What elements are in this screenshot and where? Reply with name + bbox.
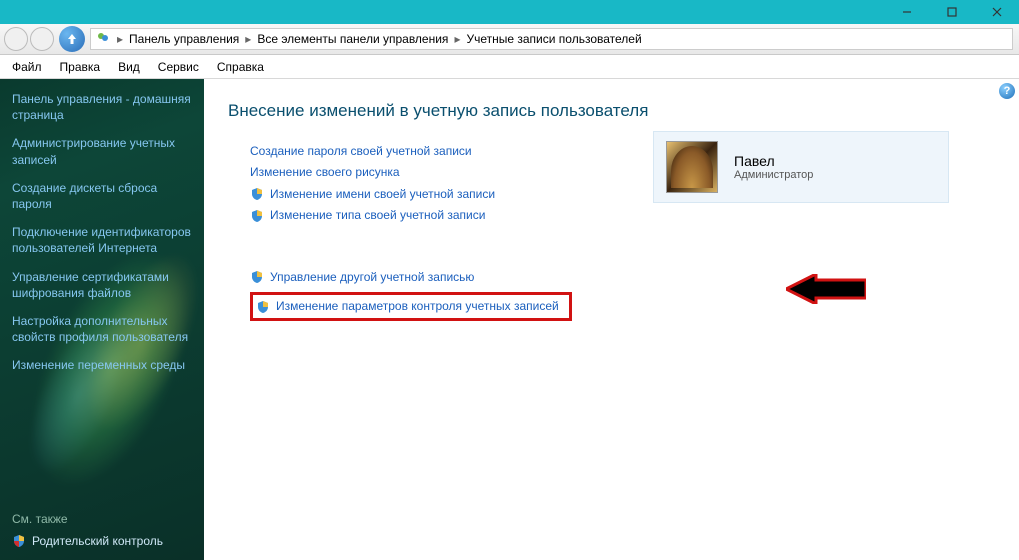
- highlighted-uac-link: Изменение параметров контроля учетных за…: [250, 292, 572, 321]
- shield-icon: [250, 187, 264, 201]
- user-picture: [666, 141, 718, 193]
- user-accounts-icon: [95, 31, 111, 47]
- breadcrumb-sep: ▸: [117, 32, 123, 46]
- close-button[interactable]: [974, 0, 1019, 24]
- action-manage-other[interactable]: Управление другой учетной записью: [250, 269, 1001, 286]
- content: ? Внесение изменений в учетную запись по…: [204, 79, 1019, 560]
- sidebar-item-online-ids[interactable]: Подключение идентификаторов пользователе…: [12, 224, 192, 256]
- sidebar-item-home[interactable]: Панель управления - домашняя страница: [12, 91, 192, 123]
- sidebar-item-profile[interactable]: Настройка дополнительных свойств профиля…: [12, 313, 192, 345]
- parental-label: Родительский контроль: [32, 534, 163, 548]
- user-name: Павел: [734, 153, 813, 169]
- breadcrumb-item[interactable]: Учетные записи пользователей: [466, 32, 641, 46]
- actions-group-2: Управление другой учетной записью Измене…: [250, 269, 1001, 322]
- back-button[interactable]: [4, 27, 28, 51]
- breadcrumb-sep: ▸: [245, 32, 251, 46]
- sidebar-item-certs[interactable]: Управление сертификатами шифрования файл…: [12, 269, 192, 301]
- up-arrow-icon: [65, 32, 79, 46]
- breadcrumb-sep: ▸: [454, 32, 460, 46]
- user-role: Администратор: [734, 169, 813, 181]
- forward-button[interactable]: [30, 27, 54, 51]
- action-uac-settings[interactable]: Изменение параметров контроля учетных за…: [256, 298, 559, 315]
- minimize-button[interactable]: [884, 0, 929, 24]
- breadcrumb-item[interactable]: Панель управления: [129, 32, 239, 46]
- menu-file[interactable]: Файл: [12, 60, 42, 74]
- shield-icon: [256, 300, 270, 314]
- nav-bar: ▸ Панель управления ▸ Все элементы панел…: [0, 24, 1019, 55]
- menu-service[interactable]: Сервис: [158, 60, 199, 74]
- up-button[interactable]: [58, 25, 86, 53]
- menu-view[interactable]: Вид: [118, 60, 140, 74]
- title-bar: [0, 0, 1019, 24]
- menu-help[interactable]: Справка: [217, 60, 264, 74]
- shield-icon: [250, 209, 264, 223]
- user-tile[interactable]: Павел Администратор: [653, 131, 949, 203]
- sidebar-item-parental[interactable]: Родительский контроль: [12, 534, 163, 548]
- sidebar-item-reset-disk[interactable]: Создание дискеты сброса пароля: [12, 180, 192, 212]
- sidebar: Панель управления - домашняя страница Ад…: [0, 79, 204, 560]
- sidebar-item-admin[interactable]: Администрирование учетных записей: [12, 135, 192, 167]
- annotation-arrow: [786, 274, 866, 304]
- help-button[interactable]: ?: [999, 83, 1015, 99]
- shield-icon: [250, 270, 264, 284]
- menu-bar: Файл Правка Вид Сервис Справка: [0, 55, 1019, 79]
- menu-edit[interactable]: Правка: [60, 60, 101, 74]
- shield-icon: [12, 534, 26, 548]
- sidebar-item-env[interactable]: Изменение переменных среды: [12, 357, 192, 373]
- breadcrumb-item[interactable]: Все элементы панели управления: [257, 32, 448, 46]
- maximize-button[interactable]: [929, 0, 974, 24]
- user-info: Павел Администратор: [734, 153, 813, 181]
- page-title: Внесение изменений в учетную запись поль…: [228, 101, 1001, 121]
- breadcrumb[interactable]: ▸ Панель управления ▸ Все элементы панел…: [90, 28, 1013, 50]
- see-also-label: См. также: [12, 512, 163, 526]
- action-change-type[interactable]: Изменение типа своей учетной записи: [250, 207, 1001, 224]
